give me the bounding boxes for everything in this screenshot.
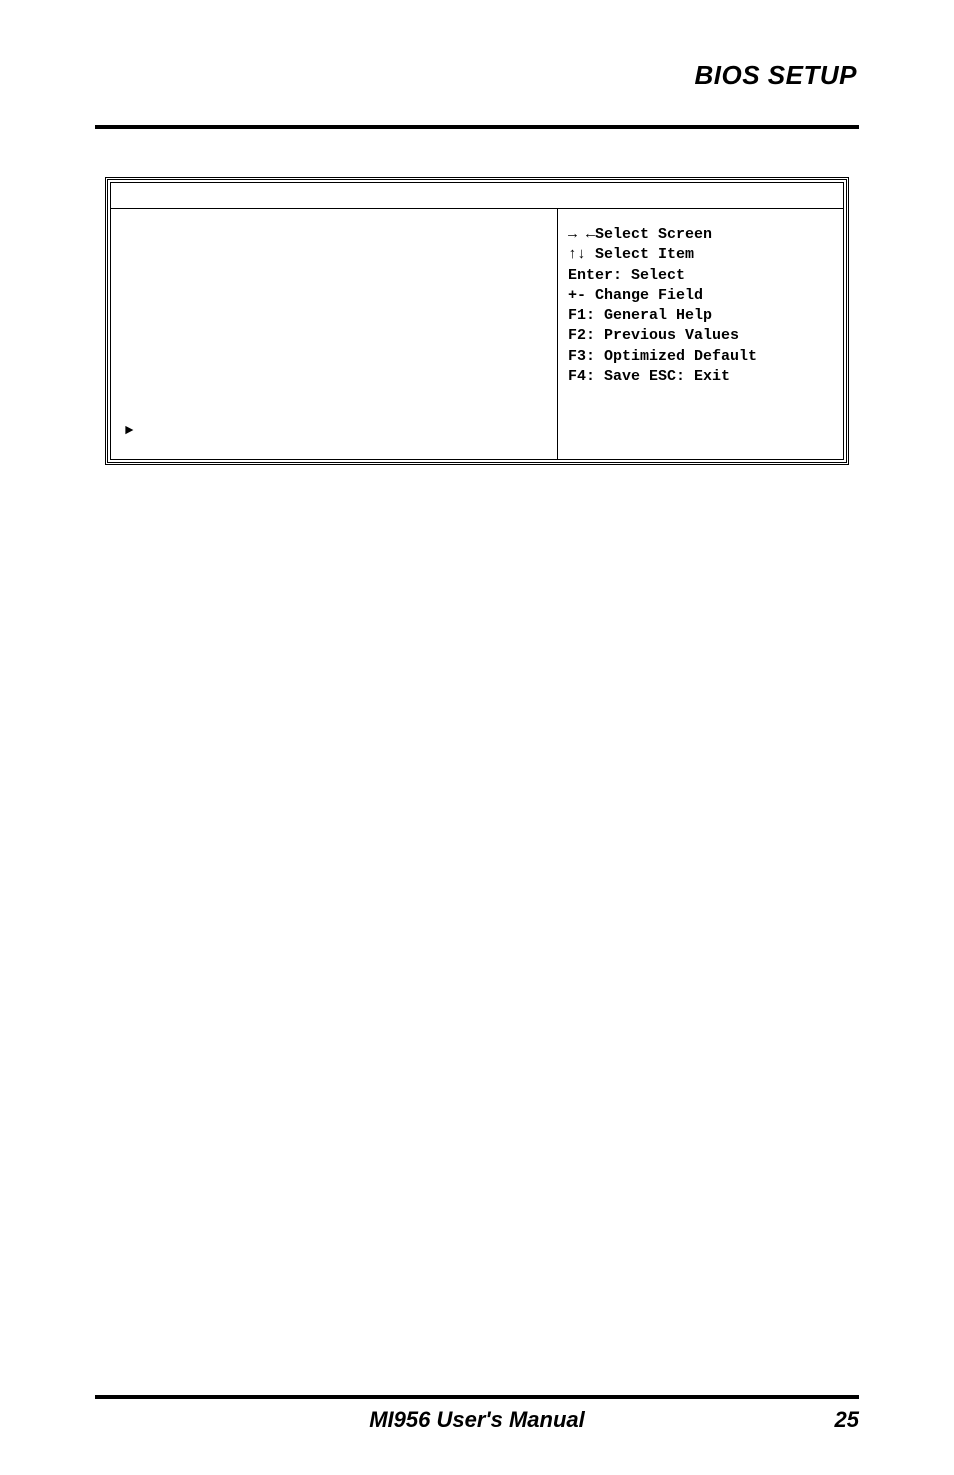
section-header: BIOS SETUP [95, 60, 859, 91]
page-number: 25 [835, 1407, 859, 1433]
page-footer: MI956 User's Manual 25 [95, 1407, 859, 1433]
submenu-marker-icon: ► [125, 423, 549, 445]
help-f4: F4: Save ESC: Exit [568, 367, 833, 387]
bios-left-pane: ► [111, 209, 557, 459]
manual-title: MI956 User's Manual [369, 1407, 585, 1433]
help-f3: F3: Optimized Default [568, 347, 833, 367]
help-f2: F2: Previous Values [568, 326, 833, 346]
help-f1: F1: General Help [568, 306, 833, 326]
bios-titlebar [111, 183, 843, 209]
bios-help-pane: → ←Select Screen ↑↓ Select Item Enter: S… [557, 209, 843, 459]
top-rule [95, 125, 859, 129]
bios-screen-inner: ► → ←Select Screen ↑↓ Select Item Enter:… [110, 182, 844, 460]
help-select-item: ↑↓ Select Item [568, 245, 833, 265]
page-content: BIOS SETUP ► → ←Select Screen ↑↓ Select … [95, 60, 859, 1395]
bios-screen-box: ► → ←Select Screen ↑↓ Select Item Enter:… [105, 177, 849, 465]
help-change-field: +- Change Field [568, 286, 833, 306]
bios-columns: ► → ←Select Screen ↑↓ Select Item Enter:… [111, 209, 843, 459]
help-enter-select: Enter: Select [568, 266, 833, 286]
bottom-rule [95, 1395, 859, 1399]
help-select-screen: → ←Select Screen [568, 225, 833, 245]
